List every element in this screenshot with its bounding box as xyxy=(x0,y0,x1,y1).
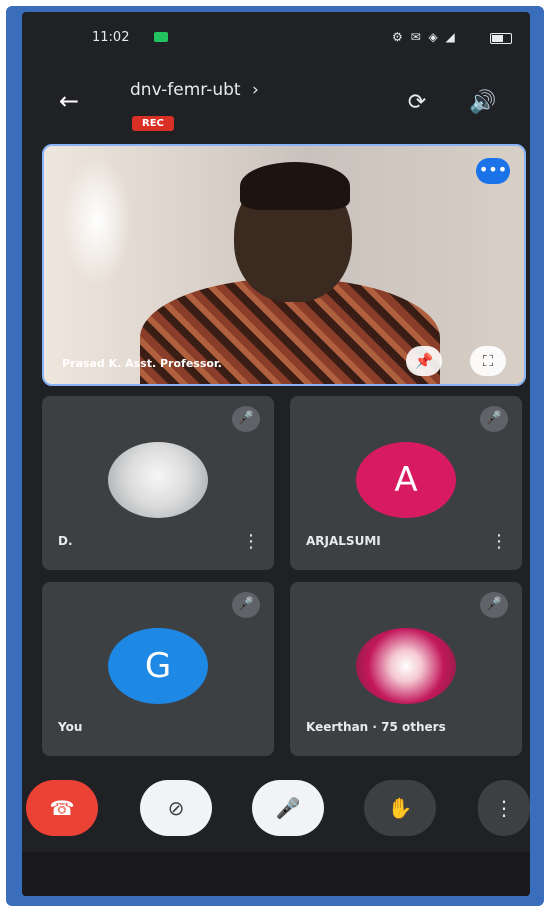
notification-icon xyxy=(154,32,168,42)
chevron-right-icon: › xyxy=(251,80,259,100)
camera-off-button[interactable]: ⊘ xyxy=(140,780,212,836)
speaker-icon[interactable]: 🔊 xyxy=(468,88,498,118)
raise-hand-button[interactable]: ✋ xyxy=(364,780,436,836)
mic-muted-icon: 🎤 xyxy=(480,592,508,618)
avatar xyxy=(108,442,208,518)
battery-icon xyxy=(490,33,512,44)
speaker-hair xyxy=(240,162,350,210)
speaking-indicator-icon: ••• xyxy=(476,158,510,184)
recording-badge: REC xyxy=(132,116,174,131)
participant-tile[interactable]: 🎤 Keerthan · 75 others xyxy=(290,582,522,756)
avatar: A xyxy=(356,442,456,518)
avatar: G xyxy=(108,628,208,704)
mic-muted-icon: 🎤 xyxy=(232,406,260,432)
participant-name: Keerthan · 75 others xyxy=(306,720,446,734)
status-time: 11:02 xyxy=(92,30,130,45)
fullscreen-icon[interactable]: ⛶ xyxy=(470,346,506,376)
more-options-icon[interactable]: ⋮ xyxy=(242,531,260,552)
meeting-header: ← dnv-femr-ubt › REC ⟳ 🔊 xyxy=(22,70,530,140)
system-nav-bar xyxy=(22,852,530,896)
avatar xyxy=(356,628,456,704)
participant-tile[interactable]: 🎤 D. ⋮ xyxy=(42,396,274,570)
meeting-code: dnv-femr-ubt xyxy=(130,80,241,100)
participant-name: ARJALSUMI xyxy=(306,534,381,548)
main-participant-name: Prasad K. Asst. Professor. xyxy=(62,357,222,370)
pin-icon[interactable]: 📌 xyxy=(406,346,442,376)
meeting-title[interactable]: dnv-femr-ubt › xyxy=(130,80,259,100)
mic-muted-icon: 🎤 xyxy=(480,406,508,432)
end-call-button[interactable]: ☎ xyxy=(26,780,98,836)
mic-off-button[interactable]: 🎤 xyxy=(252,780,324,836)
back-arrow-icon[interactable]: ← xyxy=(56,88,82,114)
more-options-icon[interactable]: ⋮ xyxy=(490,531,508,552)
more-options-button[interactable]: ⋮ xyxy=(478,780,530,836)
window-light xyxy=(62,156,132,286)
call-controls: ☎ ⊘ 🎤 ✋ ⋮ xyxy=(22,772,530,842)
phone-screen: 11:02 ⚙ ✉ ◈ ◢ ← dnv-femr-ubt › REC ⟳ 🔊 •… xyxy=(22,12,530,896)
participant-name: You xyxy=(58,720,83,734)
participant-tile[interactable]: 🎤 G You xyxy=(42,582,274,756)
mic-muted-icon: 🎤 xyxy=(232,592,260,618)
system-status-icons: ⚙ ✉ ◈ ◢ xyxy=(392,30,457,44)
switch-camera-icon[interactable]: ⟳ xyxy=(402,88,432,118)
participant-name: D. xyxy=(58,534,73,548)
main-speaker-tile[interactable]: ••• Prasad K. Asst. Professor. 📌 ⛶ xyxy=(42,144,526,386)
participant-tile[interactable]: 🎤 A ARJALSUMI ⋮ xyxy=(290,396,522,570)
status-bar: 11:02 ⚙ ✉ ◈ ◢ xyxy=(22,12,530,58)
